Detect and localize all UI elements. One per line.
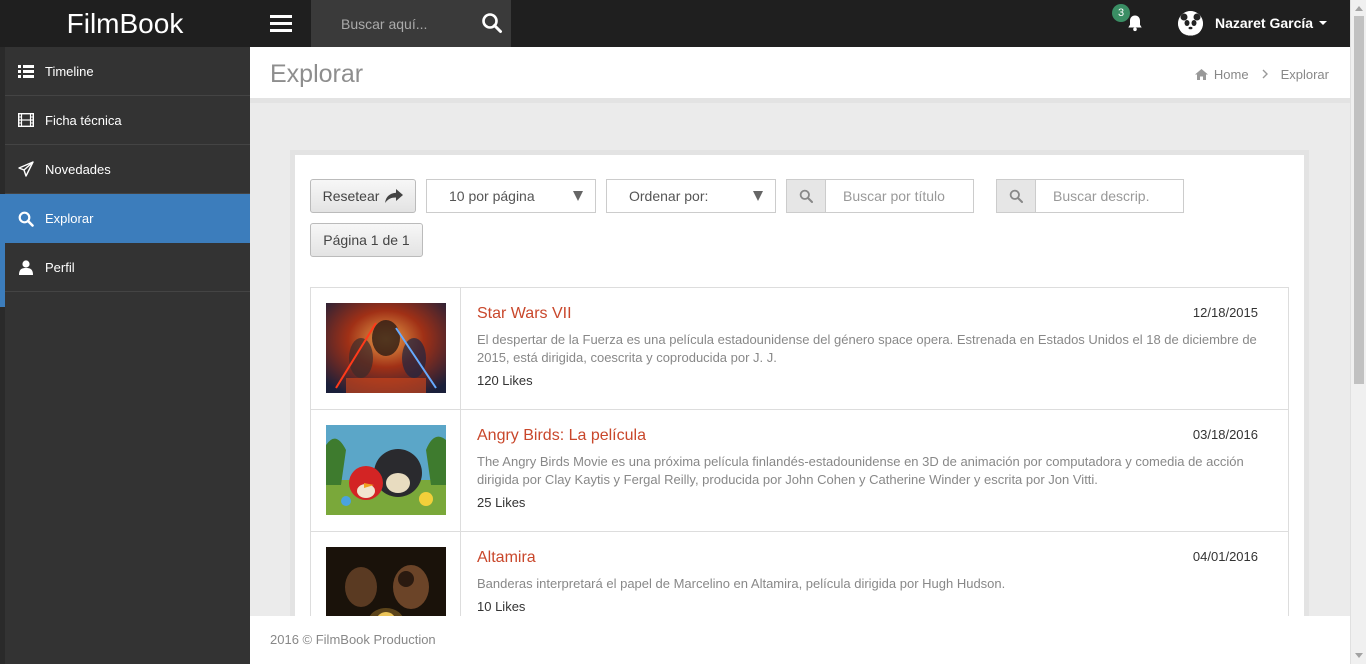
caret-down-icon (1319, 21, 1328, 25)
notifications-button[interactable]: 3 (1112, 4, 1148, 38)
movie-description: The Angry Birds Movie es una próxima pel… (477, 454, 1244, 487)
thumbnail-cell (311, 532, 461, 616)
description-search-group (996, 179, 1184, 213)
reset-button[interactable]: Resetear (310, 179, 416, 213)
movie-likes: 10 Likes (477, 599, 526, 614)
description-search-input[interactable] (1035, 179, 1184, 213)
top-search-input[interactable] (311, 0, 471, 47)
sidebar-item-novedades[interactable]: Novedades (5, 145, 250, 194)
page-scrollbar[interactable] (1350, 0, 1366, 664)
pagination-button[interactable]: Página 1 de 1 (310, 223, 423, 257)
brand-name: FilmBook (66, 7, 184, 39)
avatar (1178, 10, 1203, 36)
menu-toggle-button[interactable] (250, 0, 311, 47)
footer-text: 2016 © FilmBook Production (270, 632, 436, 647)
movie-poster[interactable] (326, 547, 446, 616)
user-name: Nazaret García (1215, 15, 1314, 31)
list-icon (17, 62, 35, 80)
sidebar-item-label: Timeline (45, 63, 94, 79)
explore-panel: Resetear 10 por página Ordenar por: Pági… (290, 150, 1309, 616)
movie-date: 12/18/2015 (1192, 305, 1258, 320)
user-icon (17, 258, 35, 276)
search-icon (17, 210, 35, 228)
movie-title[interactable]: Angry Birds: La película (477, 427, 646, 445)
sidebar-item-perfil[interactable]: Perfil (5, 243, 250, 292)
share-arrow-icon (385, 188, 404, 203)
brand-logo[interactable]: FilmBook (0, 0, 250, 47)
movie-date: 04/01/2016 (1192, 549, 1258, 564)
scroll-up-icon[interactable] (1355, 6, 1363, 11)
order-by-select[interactable]: Ordenar por: (606, 179, 776, 213)
sidebar-item-label: Novedades (45, 161, 111, 177)
sidebar-item-timeline[interactable]: Timeline (5, 47, 250, 96)
breadcrumb: Home Explorar (1194, 67, 1329, 82)
footer: 2016 © FilmBook Production (250, 616, 1350, 664)
scrollbar-thumb[interactable] (1354, 16, 1364, 384)
home-icon (1194, 69, 1208, 80)
top-bar: FilmBook 3 Nazaret García (0, 0, 1350, 47)
list-item: Angry Birds: La película 03/18/2016 The … (311, 410, 1288, 532)
sidebar-item-ficha-tecnica[interactable]: Ficha técnica (5, 96, 250, 145)
movie-likes: 120 Likes (477, 373, 533, 388)
thumbnail-cell (311, 410, 461, 531)
movie-title[interactable]: Star Wars VII (477, 305, 572, 323)
paper-plane-icon (17, 160, 35, 178)
user-menu[interactable]: Nazaret García (1178, 9, 1328, 37)
movie-description: Banderas interpretará el papel de Marcel… (477, 576, 1006, 591)
movie-likes: 25 Likes (477, 495, 526, 510)
breadcrumb-home[interactable]: Home (1194, 67, 1249, 82)
hamburger-icon (269, 15, 292, 32)
sidebar-item-explorar[interactable]: Explorar (5, 194, 250, 243)
scroll-down-icon[interactable] (1355, 653, 1363, 658)
movie-poster[interactable] (326, 425, 446, 515)
movie-list: Star Wars VII 12/18/2015 El despertar de… (310, 287, 1289, 616)
bell-icon (1128, 15, 1142, 32)
title-search-input[interactable] (825, 179, 974, 213)
sidebar-item-label: Ficha técnica (45, 112, 122, 128)
top-search (311, 0, 511, 47)
order-by-value: Ordenar por: (629, 188, 709, 204)
page-header: Explorar Home Explorar (250, 47, 1350, 103)
film-icon (17, 111, 35, 129)
search-icon (996, 179, 1035, 213)
movie-poster[interactable] (326, 303, 446, 393)
search-icon (786, 179, 825, 213)
sidebar-item-label: Explorar (45, 211, 94, 226)
per-page-select[interactable]: 10 por página (426, 179, 596, 213)
search-icon[interactable] (481, 12, 503, 34)
movie-date: 03/18/2016 (1192, 427, 1258, 442)
dropdown-arrow-icon (753, 191, 763, 201)
breadcrumb-home-label: Home (1213, 67, 1249, 82)
title-search-group (786, 179, 974, 213)
sidebar: Timeline Ficha técnica Novedades Explora… (0, 47, 250, 664)
chevron-right-icon (1262, 67, 1268, 82)
per-page-value: 10 por página (449, 188, 535, 204)
breadcrumb-current: Explorar (1280, 67, 1329, 82)
list-item: Star Wars VII 12/18/2015 El despertar de… (311, 288, 1288, 410)
sidebar-item-label: Perfil (45, 259, 75, 275)
dropdown-arrow-icon (573, 191, 583, 201)
thumbnail-cell (311, 288, 461, 409)
movie-title[interactable]: Altamira (477, 549, 536, 567)
page-title: Explorar (270, 60, 364, 88)
pagination-label: Página 1 de 1 (323, 232, 410, 248)
movie-description: El despertar de la Fuerza es una películ… (477, 332, 1257, 365)
list-item: Altamira 04/01/2016 Banderas interpretar… (311, 532, 1288, 616)
reset-label: Resetear (322, 188, 380, 204)
